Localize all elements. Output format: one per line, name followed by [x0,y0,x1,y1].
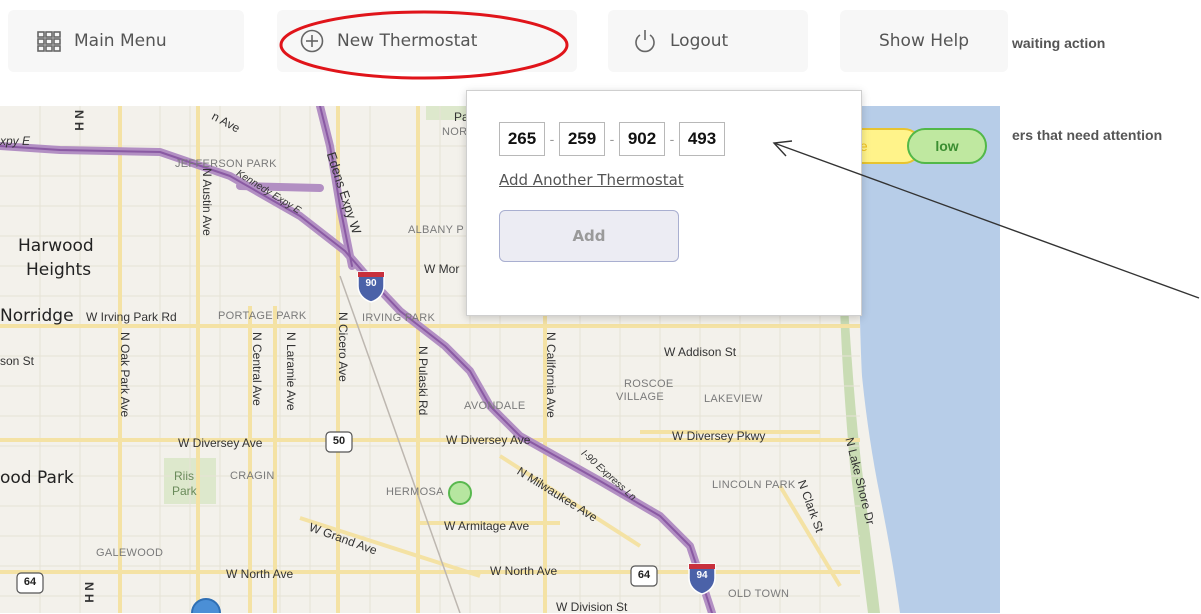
map-label: N Pulaski Rd [416,346,430,416]
shield-number: 94 [696,570,708,581]
map-label: HERMOSA [386,486,444,498]
map-label: W Diversey Pkwy [672,429,766,443]
map-label: N Austin Ave [200,168,214,236]
map-label: AVONDALE [464,400,526,412]
map-label: W North Ave [490,564,558,578]
shield-number: 64 [23,576,37,588]
map-label: W Division St [556,600,628,614]
map-label: OLD TOWN [728,588,790,600]
map-label: W Mor [424,262,460,276]
map-label: N H [82,582,96,603]
add-button[interactable]: Add [499,210,679,262]
code-input-1[interactable] [499,122,545,156]
map-label: LINCOLN PARK [712,479,796,491]
code-input-3[interactable] [619,122,665,156]
show-help-label: Show Help [878,31,970,51]
show-help-button[interactable]: Show Help [840,10,1008,72]
logout-button[interactable]: Logout [608,10,808,72]
map-label: xpy E [0,134,31,148]
map-label: W Diversey Ave [446,433,531,447]
status-pill-low[interactable]: low [907,128,987,164]
thermostat-marker-low[interactable] [448,481,472,505]
logout-label: Logout [670,31,729,51]
shield-number: 90 [365,278,377,289]
new-thermostat-popup: - - - Add Another Thermostat Add [466,90,862,316]
map-label: N Central Ave [250,332,264,406]
map-label: Norridge [0,306,74,326]
new-thermostat-button[interactable]: New Thermostat [277,10,577,72]
add-another-thermostat-link[interactable]: Add Another Thermostat [499,171,684,189]
code-input-2[interactable] [559,122,605,156]
plus-circle-icon [300,29,324,53]
map-label: IRVING PARK [362,312,436,324]
map-label: W Armitage Ave [444,519,530,533]
shield-number: 64 [637,569,651,581]
need-attention-text: ers that need attention [1012,127,1163,143]
map-label: W Addison St [664,345,737,359]
map-label: Harwood [18,236,94,256]
main-menu-label: Main Menu [74,31,167,51]
map-label: N H [72,110,86,131]
map-label: Park [172,484,197,498]
map-label: PORTAGE PARK [218,310,307,322]
code-separator: - [549,131,555,147]
code-separator: - [669,131,675,147]
map-label: N Cicero Ave [336,312,350,382]
map-label: GALEWOOD [96,547,164,559]
map-label: N California Ave [544,332,558,418]
map-label: Heights [26,260,92,280]
map-label: ood Park [0,468,74,488]
new-thermostat-label: New Thermostat [337,31,478,51]
map-label: LAKEVIEW [704,393,763,405]
map-label: CRAGIN [230,470,275,482]
shield-number: 50 [332,435,346,447]
code-input-4[interactable] [679,122,725,156]
map-label: N Laramie Ave [284,332,298,411]
map-label: N Oak Park Ave [118,332,132,418]
code-separator: - [609,131,615,147]
thermostat-code-row: - - - [499,122,725,156]
map-label: JEFFERSON PARK [175,158,277,170]
power-icon [635,30,655,53]
map-label: ALBANY P [408,224,465,236]
map-label: W Diversey Ave [178,436,263,450]
main-menu-button[interactable]: Main Menu [8,10,244,72]
map-label: VILLAGE [616,391,664,403]
map-label: W Irving Park Rd [86,310,177,324]
map-label: son St [0,354,35,368]
map-label: ROSCOE [624,378,674,390]
grid-icon [37,31,61,52]
map-label: W North Ave [226,567,294,581]
map-label: Riis [174,469,194,483]
awaiting-action-text: waiting action [1012,35,1106,51]
